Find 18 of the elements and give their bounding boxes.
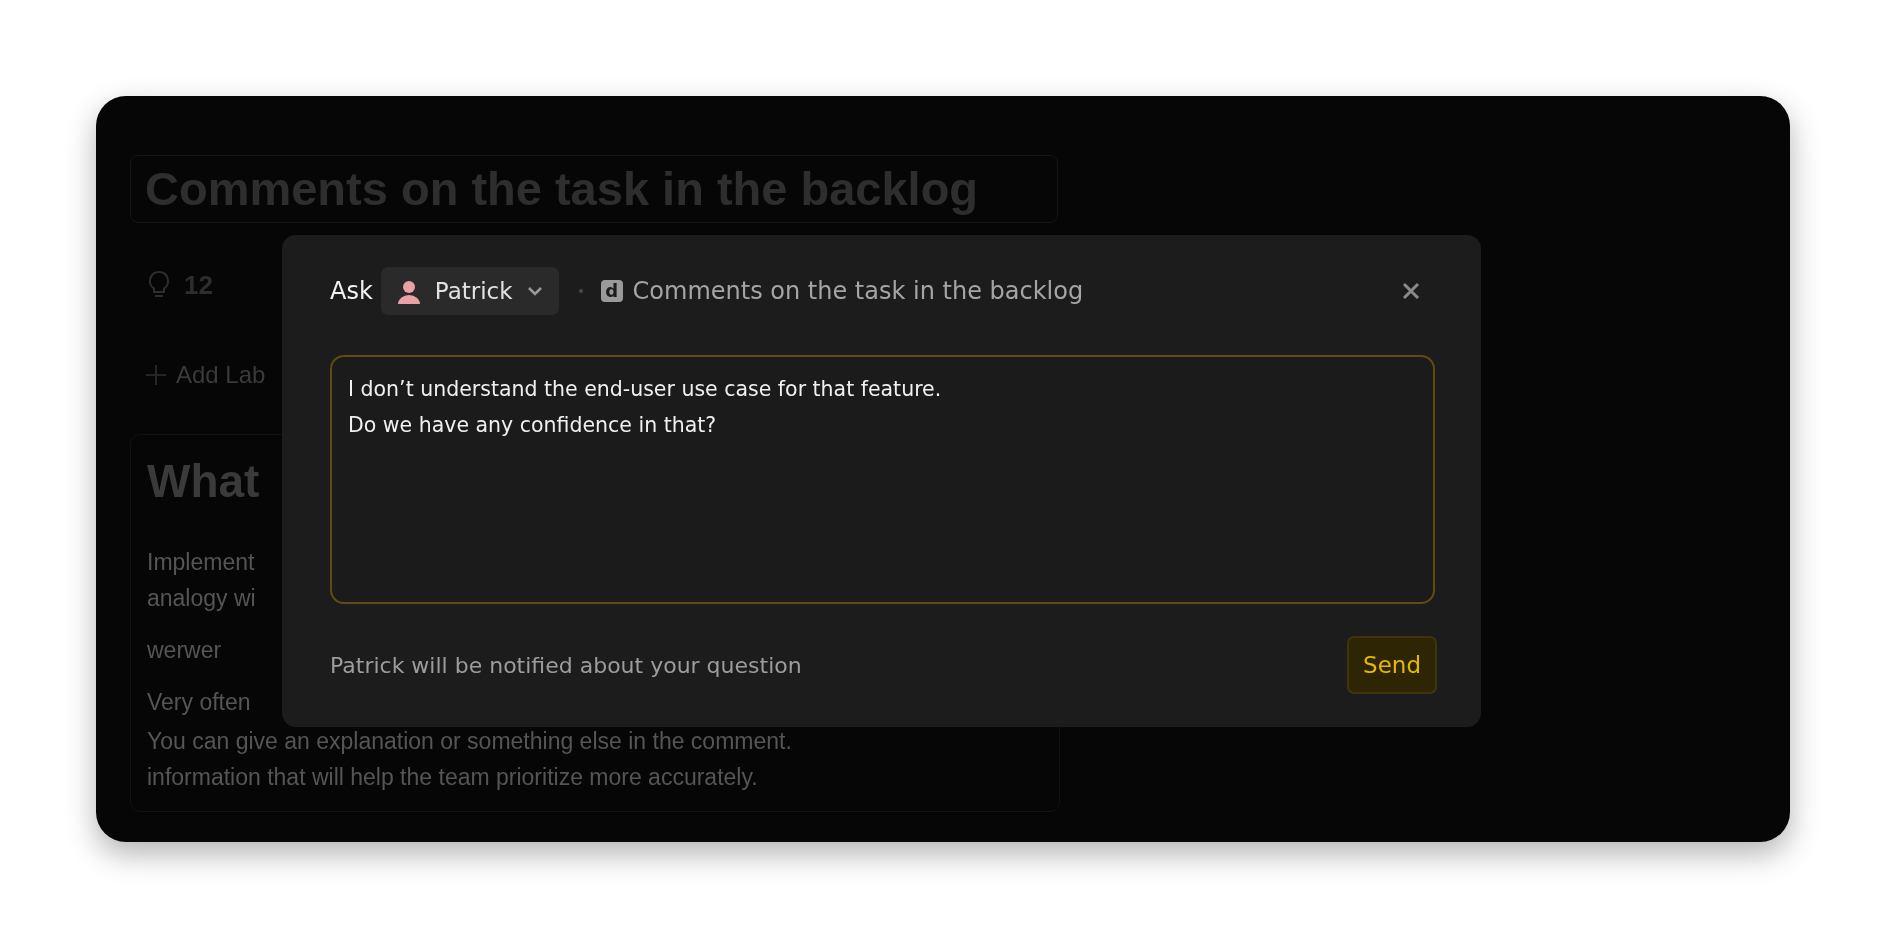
send-button[interactable]: Send [1347, 636, 1437, 694]
close-button[interactable] [1401, 281, 1421, 301]
assignee-dropdown[interactable]: Patrick [380, 267, 559, 315]
paragraph-text: analogy wi [147, 584, 256, 613]
notify-hint: Patrick will be notified about your question [330, 652, 802, 678]
message-field[interactable]: I don’t understand the end-user use case for that feature. Do we have any confidence in that? [330, 355, 1435, 604]
close-icon [1401, 281, 1421, 301]
paragraph-text: Very often [147, 688, 251, 717]
paragraph-text: Implement [147, 548, 255, 577]
separator-dot-icon [578, 289, 583, 293]
paragraph-text: information that will help the team prioritize more accurately. [147, 763, 758, 792]
plus-icon [144, 363, 168, 387]
document-title: Comments on the task in the backlog [632, 277, 1084, 305]
ask-label: Ask [330, 277, 373, 305]
lightbulb-icon [146, 270, 172, 300]
paragraph-text: You can give an explanation or something else in the comment. [147, 727, 792, 756]
document-badge: d [600, 280, 623, 302]
paragraph-text: werwer [147, 636, 222, 665]
